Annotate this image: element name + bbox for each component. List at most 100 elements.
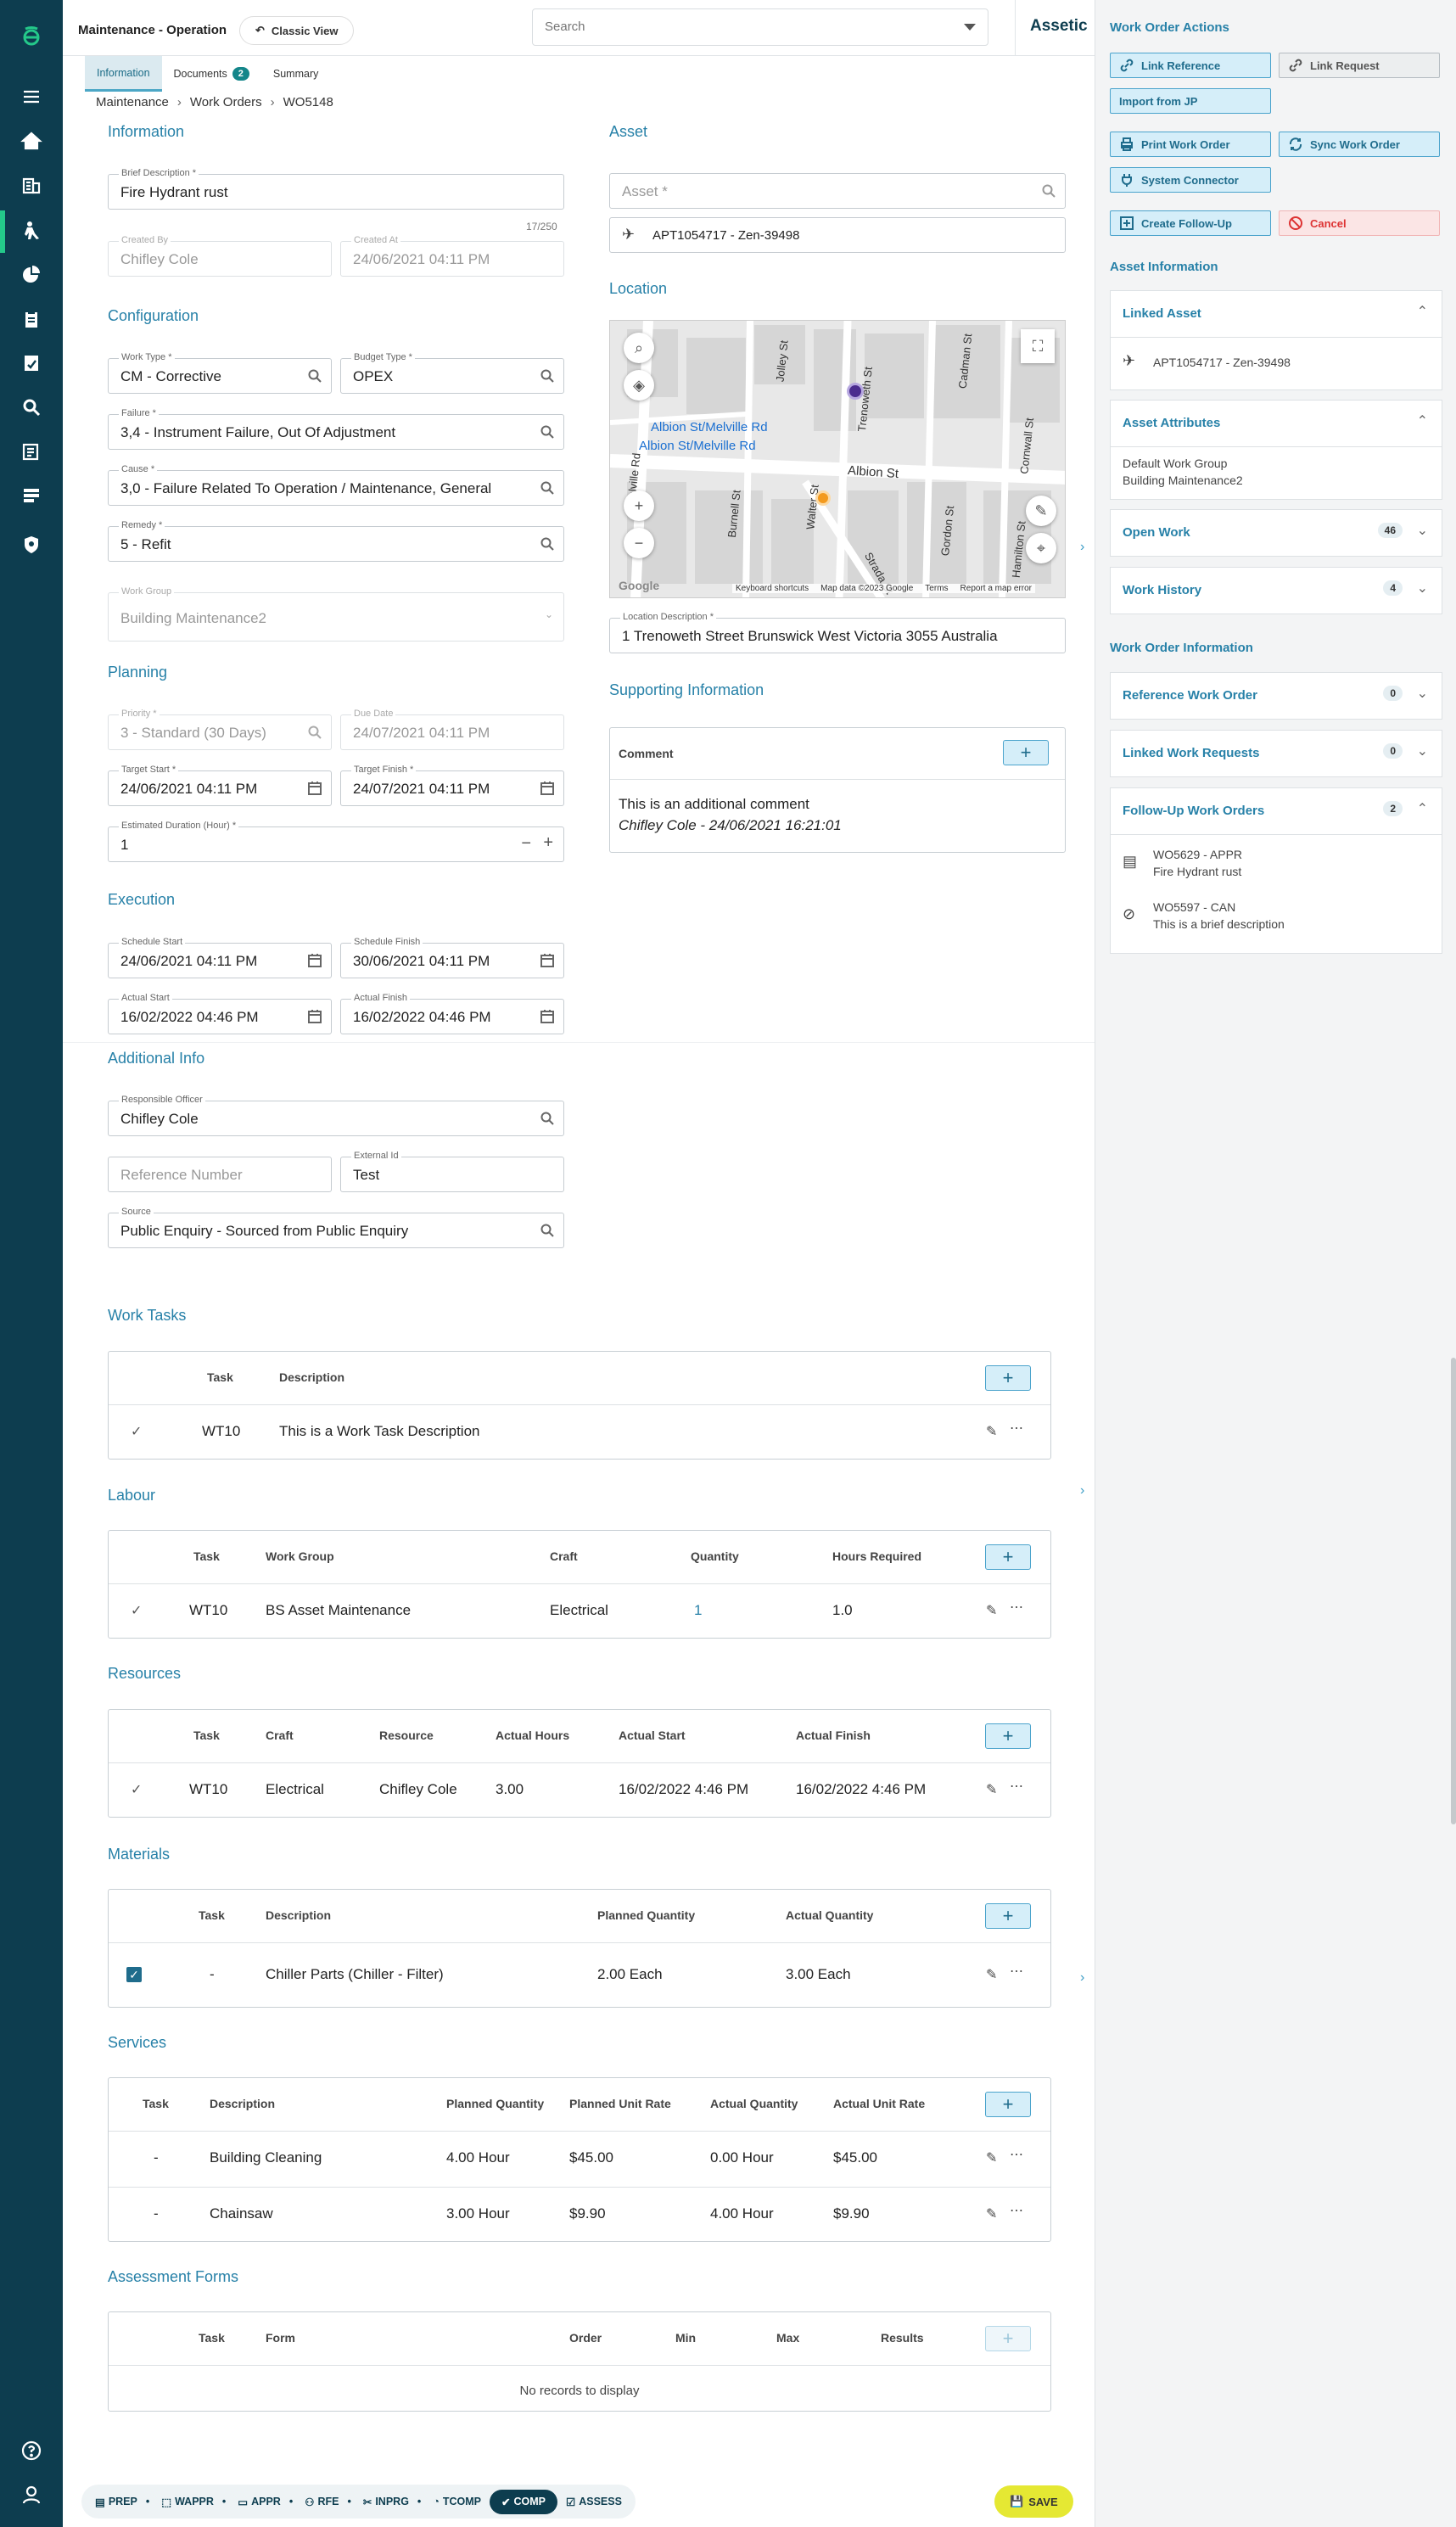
chevron-up-icon[interactable]: ⌃ bbox=[1417, 412, 1428, 429]
location-marker-icon[interactable] bbox=[815, 490, 831, 506]
edit-icon[interactable]: ✎ bbox=[986, 2149, 997, 2166]
search-input[interactable] bbox=[533, 9, 932, 43]
notepad-icon[interactable] bbox=[14, 346, 48, 380]
link-request-button[interactable]: Link Request bbox=[1279, 53, 1440, 78]
calendar-icon[interactable] bbox=[307, 781, 322, 796]
budget-type-field[interactable]: Budget Type * OPEX bbox=[340, 352, 564, 394]
chevron-up-icon[interactable]: ⌃ bbox=[1417, 303, 1428, 320]
stage-appr[interactable]: ▭ APPR • bbox=[234, 2496, 296, 2508]
location-description-field[interactable]: Location Description * 1 Trenoweth Stree… bbox=[609, 612, 1066, 653]
fullscreen-icon[interactable]: ⛶ bbox=[1021, 329, 1055, 363]
search-icon[interactable] bbox=[540, 1223, 555, 1238]
chevron-down-icon[interactable]: ⌄ bbox=[1417, 522, 1428, 539]
asset-search-field[interactable]: Asset * bbox=[609, 173, 1066, 209]
stage-assess[interactable]: ☑ ASSESS bbox=[563, 2496, 625, 2508]
menu-icon[interactable] bbox=[14, 80, 48, 114]
save-button[interactable]: 💾 SAVE bbox=[994, 2485, 1073, 2518]
work-history-panel[interactable]: Work History 4 ⌄ bbox=[1110, 567, 1442, 614]
more-icon[interactable]: ⋯ bbox=[1010, 1420, 1023, 1437]
stage-rfe[interactable]: ⚇ RFE • bbox=[301, 2496, 355, 2508]
open-work-panel[interactable]: Open Work 46 ⌄ bbox=[1110, 509, 1442, 557]
print-work-order-button[interactable]: Print Work Order bbox=[1110, 132, 1271, 157]
panel-title[interactable]: Work History bbox=[1123, 583, 1201, 597]
search-icon[interactable] bbox=[540, 424, 555, 440]
search-icon[interactable] bbox=[540, 480, 555, 496]
responsible-officer-field[interactable]: Responsible Officer Chifley Cole bbox=[108, 1095, 564, 1136]
tab-summary[interactable]: Summary bbox=[261, 56, 330, 92]
add-material-button[interactable]: + bbox=[985, 1903, 1031, 1929]
edit-icon[interactable]: ✎ bbox=[986, 1966, 997, 1983]
schedule-start-field[interactable]: Schedule Start 24/06/2021 04:11 PM bbox=[108, 937, 332, 978]
follow-up-code[interactable]: WO5629 - APPR bbox=[1153, 848, 1242, 861]
search-icon[interactable] bbox=[307, 368, 322, 384]
stage-comp[interactable]: ✔ COMP bbox=[490, 2489, 557, 2514]
user-icon[interactable] bbox=[14, 2478, 48, 2512]
map-search-icon[interactable]: ⌕ bbox=[624, 333, 654, 363]
search-icon[interactable] bbox=[14, 390, 48, 424]
follow-up-code[interactable]: WO5597 - CAN bbox=[1153, 900, 1235, 914]
stage-prep[interactable]: ▤ PREP • bbox=[92, 2496, 153, 2508]
remedy-field[interactable]: Remedy * 5 - Refit bbox=[108, 520, 564, 562]
search-icon[interactable] bbox=[540, 368, 555, 384]
table-cell-link[interactable]: 1 bbox=[694, 1602, 702, 1619]
increment-button[interactable]: + bbox=[543, 833, 553, 853]
cancel-button[interactable]: Cancel bbox=[1279, 210, 1440, 236]
row-checkbox[interactable]: ✓ bbox=[126, 1967, 142, 1982]
add-service-button[interactable]: + bbox=[985, 2092, 1031, 2117]
decrement-button[interactable]: − bbox=[521, 834, 531, 854]
map-attribution-item[interactable]: Keyboard shortcuts bbox=[736, 584, 809, 593]
zoom-out-button[interactable]: − bbox=[624, 528, 654, 558]
calendar-icon[interactable] bbox=[540, 1009, 555, 1024]
edit-icon[interactable]: ✎ bbox=[986, 2205, 997, 2222]
map-attribution-item[interactable]: Report a map error bbox=[960, 584, 1032, 593]
map-pin-icon[interactable]: ⌖ bbox=[1026, 533, 1056, 563]
search-icon[interactable] bbox=[1041, 183, 1056, 199]
help-icon[interactable] bbox=[14, 2434, 48, 2468]
search-icon[interactable] bbox=[540, 1111, 555, 1126]
failure-field[interactable]: Failure * 3,4 - Instrument Failure, Out … bbox=[108, 408, 564, 450]
asset-marker-icon[interactable] bbox=[847, 383, 864, 400]
add-labour-button[interactable]: + bbox=[985, 1544, 1031, 1570]
reference-work-order-panel[interactable]: Reference Work Order 0 ⌄ bbox=[1110, 672, 1442, 720]
reference-number-field[interactable]: Reference Number bbox=[108, 1157, 332, 1192]
global-search[interactable] bbox=[532, 8, 988, 46]
panel-title[interactable]: Open Work bbox=[1123, 525, 1190, 540]
more-icon[interactable]: ⋯ bbox=[1010, 1963, 1023, 1980]
breadcrumb-item[interactable]: Work Orders bbox=[190, 95, 262, 109]
worker-icon[interactable] bbox=[14, 214, 48, 248]
edit-icon[interactable]: ✎ bbox=[986, 1781, 997, 1798]
source-field[interactable]: Source Public Enquiry - Sourced from Pub… bbox=[108, 1207, 564, 1248]
panel-title[interactable]: Linked Asset bbox=[1123, 306, 1201, 321]
add-task-button[interactable]: + bbox=[985, 1365, 1031, 1391]
linked-asset-chip[interactable]: ✈ APT1054717 - Zen-39498 bbox=[609, 217, 1066, 253]
logo-icon[interactable] bbox=[14, 19, 48, 53]
chevron-right-icon[interactable]: › bbox=[1080, 1970, 1084, 1986]
map-attribution-item[interactable]: Terms bbox=[925, 584, 948, 593]
more-icon[interactable]: ⋯ bbox=[1010, 1599, 1023, 1616]
panel-title[interactable]: Asset Attributes bbox=[1123, 416, 1220, 430]
chevron-down-icon[interactable]: ⌄ bbox=[1417, 685, 1428, 702]
stage-tcomp[interactable]: ◔ TCOMP bbox=[429, 2496, 484, 2507]
chevron-up-icon[interactable]: ⌃ bbox=[1417, 800, 1428, 817]
list-icon[interactable] bbox=[14, 479, 48, 513]
classic-view-button[interactable]: ↶ Classic View bbox=[239, 16, 355, 45]
actual-finish-field[interactable]: Actual Finish 16/02/2022 04:46 PM bbox=[340, 993, 564, 1034]
tab-documents[interactable]: Documents 2 bbox=[162, 56, 261, 92]
chevron-down-icon[interactable]: ⌄ bbox=[1417, 742, 1428, 759]
more-icon[interactable]: ⋯ bbox=[1010, 2146, 1023, 2163]
zoom-in-button[interactable]: + bbox=[624, 490, 654, 521]
more-icon[interactable]: ⋯ bbox=[1010, 1778, 1023, 1795]
actual-start-field[interactable]: Actual Start 16/02/2022 04:46 PM bbox=[108, 993, 332, 1034]
create-follow-up-button[interactable]: Create Follow-Up bbox=[1110, 210, 1271, 236]
edit-icon[interactable]: ✎ bbox=[1026, 496, 1056, 526]
shield-icon[interactable] bbox=[14, 528, 48, 562]
panel-title[interactable]: Linked Work Requests bbox=[1123, 746, 1259, 760]
tab-information[interactable]: Information bbox=[85, 56, 162, 92]
edit-icon[interactable]: ✎ bbox=[986, 1423, 997, 1440]
edit-icon[interactable]: ✎ bbox=[986, 1602, 997, 1619]
linked-work-requests-panel[interactable]: Linked Work Requests 0 ⌄ bbox=[1110, 730, 1442, 777]
target-start-field[interactable]: Target Start * 24/06/2021 04:11 PM bbox=[108, 765, 332, 806]
cause-field[interactable]: Cause * 3,0 - Failure Related To Operati… bbox=[108, 464, 564, 506]
import-jp-button[interactable]: Import from JP bbox=[1110, 88, 1271, 114]
chevron-down-icon[interactable] bbox=[964, 24, 976, 31]
